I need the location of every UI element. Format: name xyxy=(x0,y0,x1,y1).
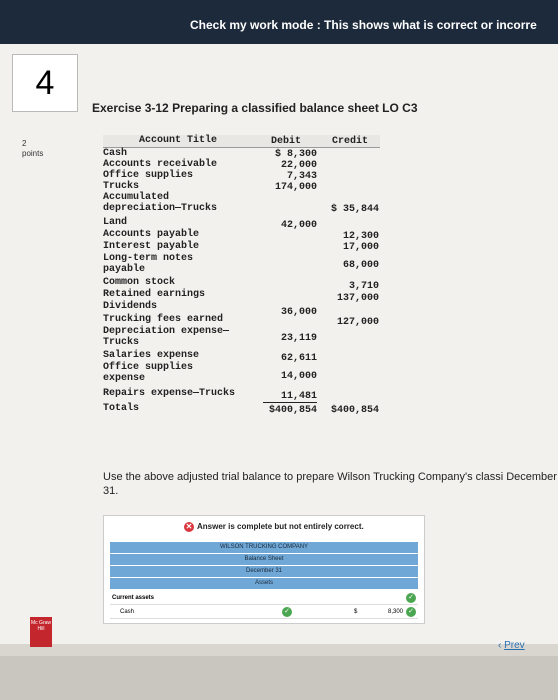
answer-status-text: Answer is complete but not entirely corr… xyxy=(197,522,364,532)
prev-button[interactable]: ‹ Prev xyxy=(498,640,525,651)
row-credit: 17,000 xyxy=(342,242,379,253)
row-account: Repairs expense—Trucks xyxy=(103,388,236,399)
row-debit: 7,343 xyxy=(286,171,317,182)
row-account: Depreciation expense—Trucks xyxy=(103,326,230,348)
points-label: points xyxy=(22,149,44,158)
row-debit: 62,611 xyxy=(280,353,317,364)
row-account: Interest payable xyxy=(103,241,200,252)
row-debit: 11,481 xyxy=(280,391,317,402)
row-account: Cash xyxy=(103,148,128,159)
header-credit: Credit xyxy=(331,136,368,147)
check-icon: ✓ xyxy=(406,607,416,617)
row-account: Long-term notes payable xyxy=(103,253,194,275)
row-account: Accounts receivable xyxy=(103,159,218,170)
check-icon: ✓ xyxy=(282,607,292,617)
row-debit: 14,000 xyxy=(280,371,317,382)
statement-date: December 31 xyxy=(110,566,418,577)
row-account: Office supplies xyxy=(103,170,194,181)
row-account: Salaries expense xyxy=(103,350,200,361)
line-currency: $ xyxy=(354,609,358,615)
total-debit: $400,854 xyxy=(268,405,317,416)
subsection-row: Current assets ✓ xyxy=(110,592,418,605)
publisher-logo: Mc Graw Hill xyxy=(30,617,52,647)
row-credit: 12,300 xyxy=(342,231,379,242)
answer-panel: ✕ Answer is complete but not entirely cor… xyxy=(103,515,425,624)
row-account: Totals xyxy=(103,403,140,414)
subtotal-rule xyxy=(263,402,317,403)
row-debit: 36,000 xyxy=(280,307,317,318)
mode-banner: Check my work mode : This shows what is … xyxy=(0,0,558,44)
question-number[interactable]: 4 xyxy=(12,54,78,112)
points-info: 2 points xyxy=(22,139,43,159)
row-debit: 174,000 xyxy=(274,182,317,193)
line-value[interactable]: 8,300 xyxy=(388,609,403,615)
row-debit: 42,000 xyxy=(280,220,317,231)
row-credit: 137,000 xyxy=(336,293,379,304)
row-account: Retained earnings xyxy=(103,289,206,300)
company-name: WILSON TRUCKING COMPANY xyxy=(110,542,418,553)
row-debit: 23,119 xyxy=(280,333,317,344)
header-debit: Debit xyxy=(270,136,301,147)
row-account: Common stock xyxy=(103,277,176,288)
row-account: Land xyxy=(103,217,128,228)
row-account: Trucks xyxy=(103,181,140,192)
check-icon: ✓ xyxy=(406,593,416,603)
row-credit: $ 35,844 xyxy=(330,204,379,215)
row-credit: 127,000 xyxy=(336,317,379,328)
mode-text: Check my work mode : This shows what is … xyxy=(190,18,537,32)
row-account: Dividends xyxy=(103,301,158,312)
points-value: 2 xyxy=(22,139,27,148)
total-credit: $400,854 xyxy=(330,405,379,416)
exercise-title: Exercise 3-12 Preparing a classified bal… xyxy=(92,101,418,115)
section-assets: Assets xyxy=(110,578,418,589)
answer-line-row: Cash ✓ $ 8,300 ✓ xyxy=(110,606,418,619)
prev-label: Prev xyxy=(504,640,525,651)
line-label[interactable]: Cash xyxy=(120,609,134,615)
error-icon: ✕ xyxy=(184,522,194,532)
row-account: Office supplies expense xyxy=(103,362,194,384)
row-account: Trucking fees earned xyxy=(103,314,224,325)
row-debit: 22,000 xyxy=(280,160,317,171)
row-credit: 68,000 xyxy=(342,260,379,271)
statement-name: Balance Sheet xyxy=(110,554,418,565)
answer-status: ✕ Answer is complete but not entirely cor… xyxy=(184,522,364,532)
header-account: Account Title xyxy=(138,135,217,146)
instruction-text: Use the above adjusted trial balance to … xyxy=(103,471,557,497)
monitor-bezel xyxy=(0,656,558,700)
subsection-label: Current assets xyxy=(112,595,155,601)
row-credit: 3,710 xyxy=(348,281,379,292)
row-account: Accounts payable xyxy=(103,229,200,240)
row-account: Accumulated depreciation—Trucks xyxy=(103,192,218,214)
row-debit: $ 8,300 xyxy=(274,149,317,160)
